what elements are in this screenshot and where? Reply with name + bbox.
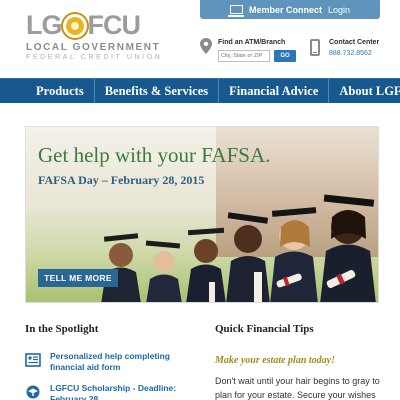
nav-item-about[interactable]: About LGFCU (329, 79, 400, 103)
logo-wordmark: LG FCU (26, 10, 141, 40)
atm-branch-finder: Find an ATM/Branch GO (200, 38, 310, 66)
spotlight-item[interactable]: LGFCU Scholarship - Deadline: February 2… (25, 383, 195, 400)
document-icon (25, 353, 41, 367)
spotlight-link[interactable]: LGFCU Scholarship - Deadline: February 2… (50, 383, 195, 400)
nav-item-financial-advice[interactable]: Financial Advice (219, 79, 330, 103)
spotlight-link[interactable]: Personalized help completing financial a… (50, 351, 195, 373)
map-pin-icon (200, 38, 212, 54)
contact-phone-link[interactable]: 888.732.8562 (329, 50, 372, 57)
scholarship-icon (26, 385, 40, 399)
go-button[interactable]: GO (274, 50, 296, 62)
location-search-input[interactable] (218, 50, 270, 62)
tip-body-text: Don't wait until your hair begins to gra… (215, 376, 380, 400)
atm-branch-label: Find an ATM/Branch (218, 39, 286, 46)
laptop-icon (227, 5, 244, 17)
site-header: LG FCU LOCAL GOVERNMENT FEDERAL CREDIT UN… (0, 0, 400, 78)
contact-center: Contact Center 888.732.8562 (310, 38, 395, 66)
member-connect-login-button[interactable]: Member Connect Login (200, 0, 380, 19)
contact-center-label: Contact Center (329, 39, 380, 46)
tip-headline[interactable]: Make your estate plan today! (215, 355, 335, 366)
mobile-phone-icon (310, 39, 320, 56)
tips-heading: Quick Financial Tips (215, 323, 314, 335)
nav-item-products[interactable]: Products (0, 79, 95, 103)
spotlight-item[interactable]: Personalized help completing financial a… (25, 351, 195, 383)
member-connect-label: Member Connect (248, 4, 322, 15)
spotlight-heading: In the Spotlight (25, 323, 99, 335)
logo-seal-icon (62, 13, 87, 38)
login-label: Login (327, 4, 351, 15)
nav-item-benefits-services[interactable]: Benefits & Services (95, 79, 220, 103)
logo-subtitle: LOCAL GOVERNMENT (26, 42, 161, 53)
main-nav: Products Benefits & Services Financial A… (0, 78, 400, 103)
lgfcu-logo[interactable]: LG FCU LOCAL GOVERNMENT FEDERAL CREDIT UN… (26, 12, 206, 62)
hero-subtitle: FAFSA Day – February 28, 2015 (38, 173, 205, 187)
hero-title: Get help with your FAFSA. (38, 143, 271, 167)
logo-subtitle-small: FEDERAL CREDIT UNION (26, 54, 163, 61)
hero-banner[interactable]: Get help with your FAFSA. FAFSA Day – Fe… (25, 126, 379, 303)
tell-me-more-button[interactable]: TELL ME MORE (38, 269, 118, 287)
